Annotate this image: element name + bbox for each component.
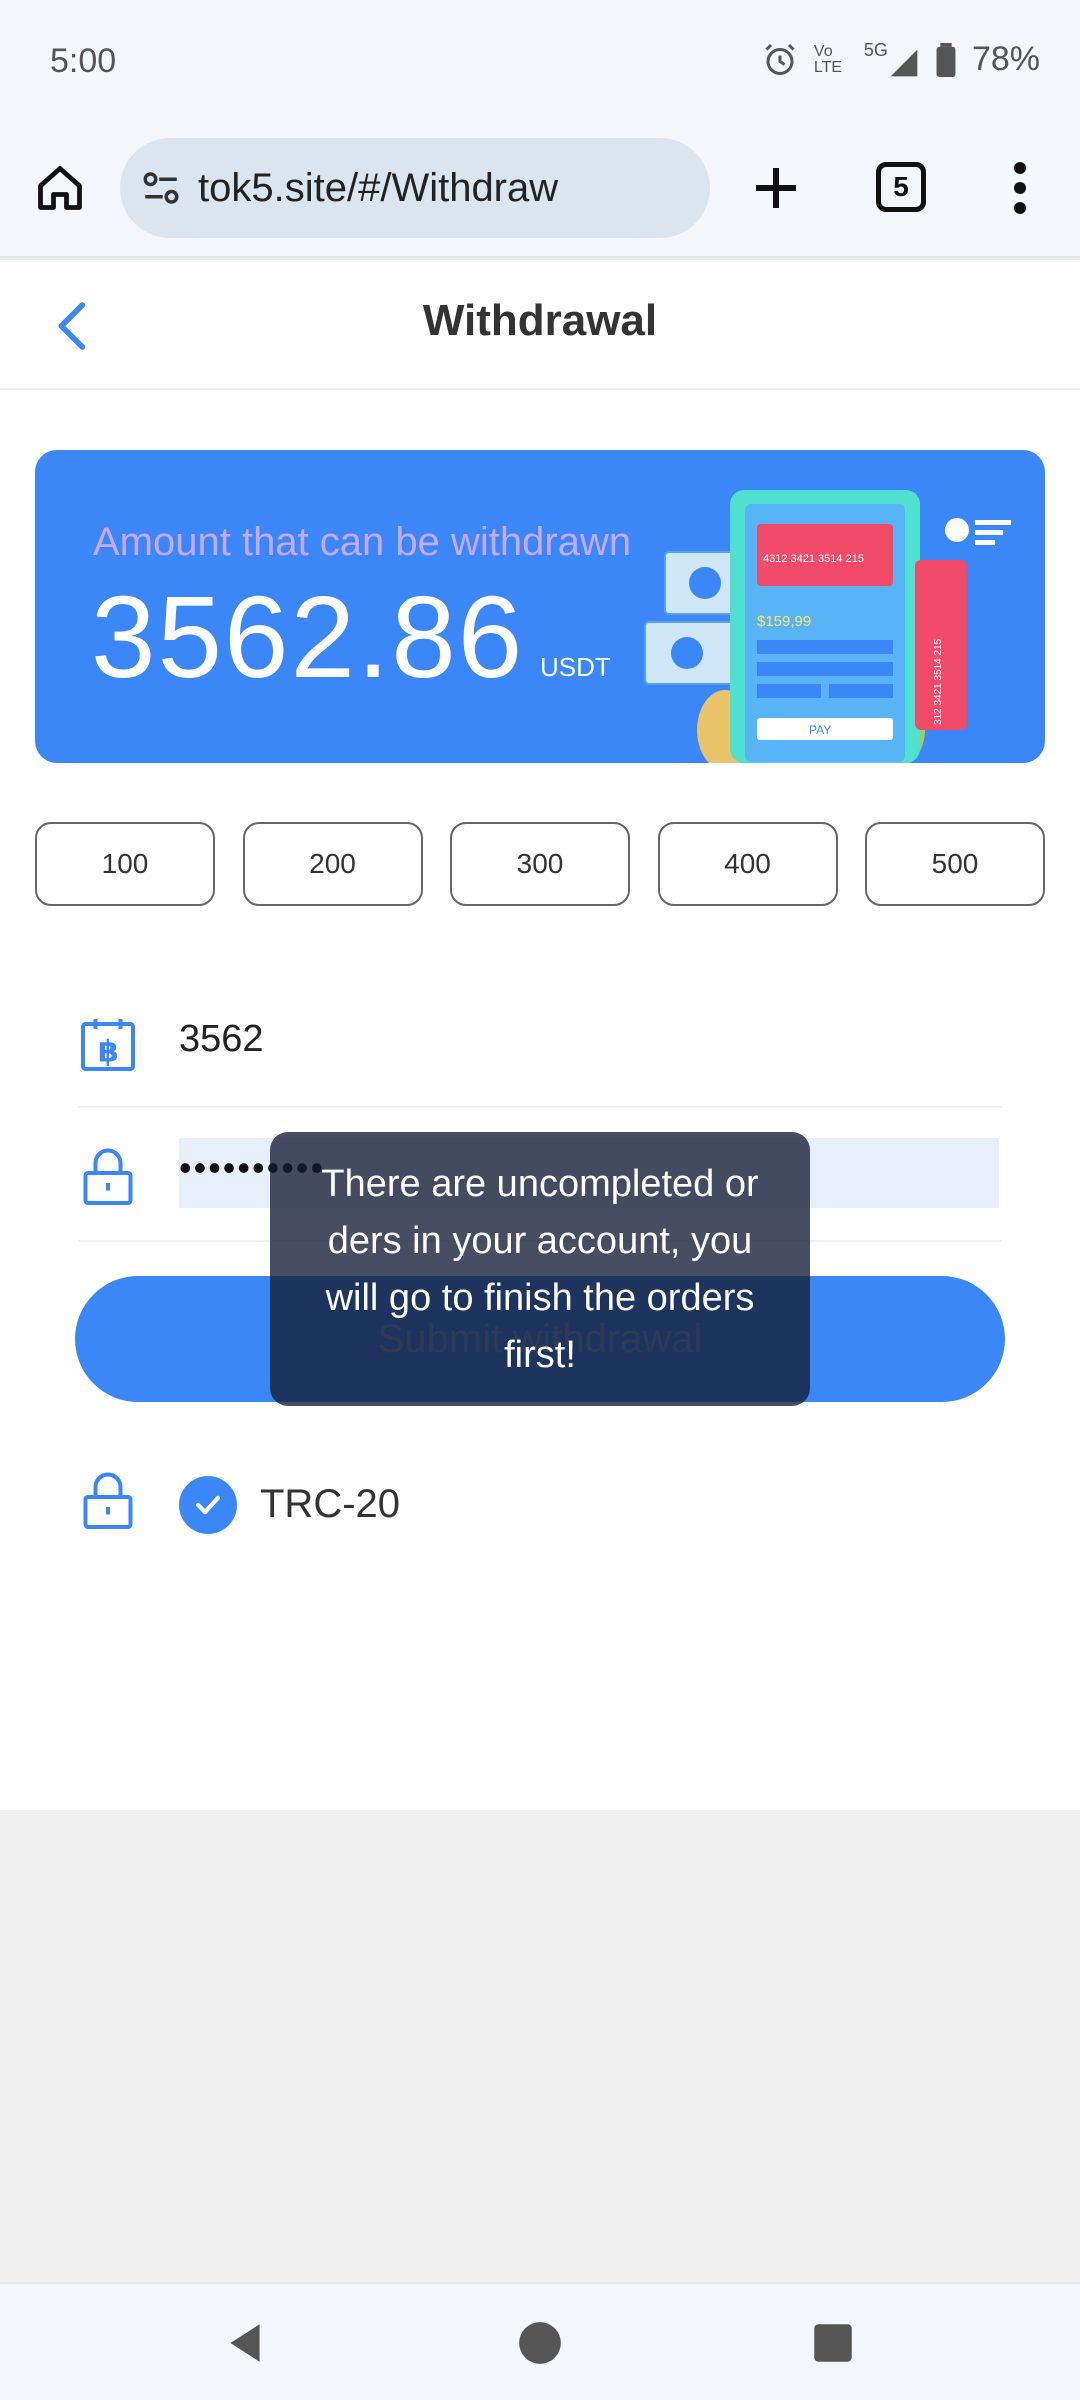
check-icon[interactable] [179,1476,237,1534]
page-header: Withdrawal [0,260,1080,390]
home-button[interactable] [28,156,92,220]
quick-amount-500[interactable]: 500 [865,822,1045,906]
signal-icon [890,49,918,77]
network-option-trc20[interactable]: TRC-20 [78,1460,678,1560]
quick-amount-row: 100 200 300 400 500 [35,822,1045,906]
illus-pay-label: PAY [809,723,831,737]
lock-icon [83,1472,133,1529]
illus-card-number: 4312 3421 3514 215 [763,553,864,565]
withdraw-page: Withdrawal Amount that can be withdrawn … [0,260,1080,1810]
illus-price: $159,99 [757,613,811,630]
toast-message: There are uncompleted or ders in your ac… [270,1132,810,1406]
page-title: Withdrawal [422,296,658,345]
browser-toolbar: tok5.site/#/Withdraw 5 [0,126,1080,258]
balance-card: Amount that can be withdrawn 3562.86 USD… [35,450,1045,763]
status-bar: 5:00 Vo LTE 5G 78% [0,0,1080,126]
quick-amount-300[interactable]: 300 [450,822,630,906]
lock-icon [83,1148,133,1205]
tab-switcher-button[interactable]: 5 [876,162,926,212]
balance-value: 3562.86 [91,572,525,702]
bitcoin-calendar-icon: ฿ [81,1019,135,1071]
battery-icon [936,42,956,77]
nav-back-icon[interactable] [220,2318,270,2368]
home-icon [38,166,82,210]
url-text[interactable]: tok5.site/#/Withdraw [198,166,558,211]
balance-unit: USDT [540,652,611,682]
quick-amount-400[interactable]: 400 [657,822,838,906]
network-type: 5G [864,40,920,79]
new-tab-icon[interactable] [746,158,806,218]
more-menu-icon[interactable] [1000,158,1040,218]
status-time: 5:00 [50,42,117,80]
alarm-icon [765,43,795,75]
site-settings-icon[interactable] [140,167,182,209]
nav-recents-icon[interactable] [808,2318,858,2368]
nav-home-icon[interactable] [515,2318,565,2368]
network-label: TRC-20 [260,1482,401,1526]
volte-indicator: Vo LTE [813,42,843,76]
system-nav-bar [0,2282,1080,2400]
address-bar[interactable]: tok5.site/#/Withdraw [120,138,710,238]
payment-illustration: 4312 3421 3514 215 $159,99 PAY 312 3421 … [644,490,1011,763]
balance-label: Amount that can be withdrawn [93,520,632,564]
amount-input[interactable]: 3562 [179,1018,264,1061]
battery-level: 78% [971,40,1040,78]
illus-card-number-vertical: 312 3421 3514 215 [933,638,944,725]
svg-text:฿: ฿ [98,1035,119,1070]
quick-amount-200[interactable]: 200 [242,822,423,906]
status-icons: Vo LTE 5G 78% [762,40,1040,79]
amount-field[interactable]: ฿ 3562 [78,974,1002,1108]
tab-count: 5 [893,171,909,202]
quick-amount-100[interactable]: 100 [35,822,215,906]
